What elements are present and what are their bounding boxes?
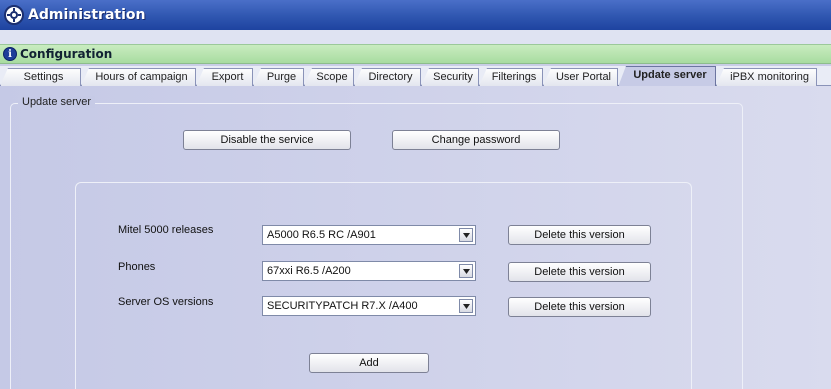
tab-update-server[interactable]: Update server [618,66,716,87]
phones-label: Phones [118,261,156,273]
change-password-button[interactable]: Change password [392,130,560,150]
delete-server-os-version-button[interactable]: Delete this version [508,297,651,317]
tab-filterings[interactable]: Filterings [479,68,543,86]
delete-mitel-version-button[interactable]: Delete this version [508,225,651,245]
tab-purge[interactable]: Purge [253,68,304,86]
mitel-releases-label: Mitel 5000 releases [118,224,214,236]
tab-directory[interactable]: Directory [354,68,421,86]
server-os-label: Server OS versions [118,296,214,308]
section-title: Configuration [20,47,113,61]
window-title: Administration [28,7,146,23]
delete-phones-version-button[interactable]: Delete this version [508,262,651,282]
tab-user-portal[interactable]: User Portal [543,68,618,86]
tab-hours-of-campaign[interactable]: Hours of campaign [81,68,196,86]
mitel-releases-value: A5000 R6.5 RC /A901 [267,229,376,241]
chevron-down-icon[interactable] [459,228,473,242]
administration-icon [4,5,24,25]
chevron-down-icon[interactable] [459,299,473,313]
server-os-select[interactable]: SECURITYPATCH R7.X /A400 [262,296,476,316]
tab-security[interactable]: Security [421,68,479,86]
phones-select[interactable]: 67xxi R6.5 /A200 [262,261,476,281]
group-legend: Update server [18,96,96,108]
phones-value: 67xxi R6.5 /A200 [267,265,351,277]
window-titlebar: Administration [0,0,831,30]
server-os-value: SECURITYPATCH R7.X /A400 [267,300,418,312]
mitel-releases-select[interactable]: A5000 R6.5 RC /A901 [262,225,476,245]
tab-strip: Settings Hours of campaign Export Purge … [0,66,831,87]
tab-scope[interactable]: Scope [304,68,354,86]
tab-settings[interactable]: Settings [0,68,81,86]
toolbar-spacer [0,30,831,44]
info-icon: i [3,47,17,61]
tab-ipbx-monitoring[interactable]: iPBX monitoring [716,68,817,86]
chevron-down-icon[interactable] [459,264,473,278]
disable-service-button[interactable]: Disable the service [183,130,351,150]
tab-export[interactable]: Export [196,68,253,86]
add-button[interactable]: Add [309,353,429,373]
section-bar: i Configuration [0,44,831,64]
